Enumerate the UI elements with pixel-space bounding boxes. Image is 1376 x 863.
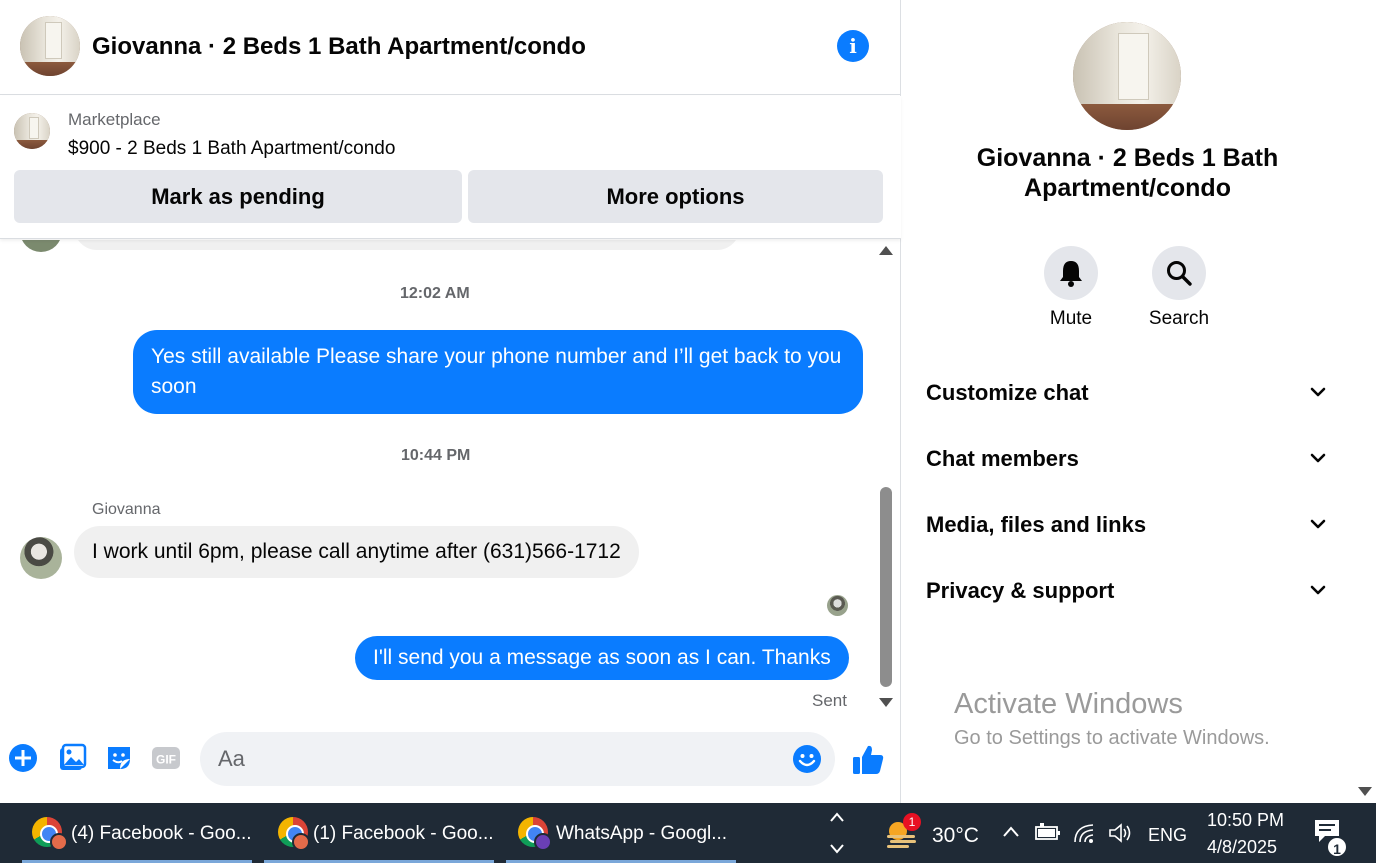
info-icon[interactable]: i — [837, 30, 869, 62]
conversation-avatar[interactable] — [20, 16, 80, 76]
section-privacy-support[interactable]: Privacy & support — [926, 570, 1336, 610]
search-label: Search — [1148, 308, 1210, 329]
message-timestamp: 10:44 PM — [401, 447, 471, 464]
section-label: Chat members — [926, 446, 1079, 471]
taskbar-item-label: (4) Facebook - Goo... — [71, 823, 252, 844]
more-options-button[interactable]: More options — [468, 170, 883, 223]
listing-title[interactable]: $900 - 2 Beds 1 Bath Apartment/condo — [68, 138, 395, 160]
details-title: Giovanna · 2 Beds 1 Bath Apartment/condo — [976, 144, 1279, 202]
search-icon — [1167, 261, 1192, 286]
photo-icon[interactable] — [57, 743, 87, 773]
message-list[interactable]: 12:02 AM Yes still available Please shar… — [0, 240, 875, 715]
sticker-icon[interactable] — [104, 743, 134, 773]
sender-avatar[interactable] — [20, 537, 62, 579]
chevron-down-icon — [1310, 585, 1326, 595]
input-language[interactable]: ENG — [1148, 825, 1187, 846]
conversation-details-pane: Giovanna · 2 Beds 1 Bath Apartment/condo… — [902, 0, 1353, 803]
page-scrollbar[interactable] — [1353, 0, 1376, 803]
chevron-down-icon — [1310, 519, 1326, 529]
notification-count-badge: 1 — [1326, 836, 1348, 858]
outgoing-message-bubble[interactable]: I'll send you a message as soon as I can… — [355, 636, 849, 680]
activate-windows-watermark: Activate Windows Go to Settings to activ… — [954, 688, 1270, 750]
scroll-down-arrow-icon[interactable] — [1358, 787, 1372, 796]
section-label: Privacy & support — [926, 578, 1115, 603]
profile-badge-icon — [50, 833, 68, 851]
taskbar-item-label: WhatsApp - Googl... — [556, 823, 728, 844]
sender-name: Giovanna — [92, 501, 161, 518]
section-customize-chat[interactable]: Customize chat — [926, 372, 1336, 412]
emoji-icon[interactable] — [792, 744, 822, 774]
taskbar-scroll-arrows-icon[interactable] — [829, 809, 845, 857]
scroll-down-arrow-icon[interactable] — [879, 698, 893, 707]
section-label: Customize chat — [926, 380, 1089, 405]
chat-pane: Giovanna · 2 Beds 1 Bath Apartment/condo… — [0, 0, 901, 803]
message-input-wrapper — [200, 732, 835, 786]
gif-icon[interactable]: GIF — [151, 743, 181, 773]
marketplace-banner: Marketplace $900 - 2 Beds 1 Bath Apartme… — [0, 96, 901, 239]
chat-scrollbar[interactable] — [876, 240, 896, 715]
section-chat-members[interactable]: Chat members — [926, 438, 1336, 478]
temperature[interactable]: 30°C — [932, 824, 979, 848]
details-avatar[interactable] — [1073, 22, 1181, 130]
mute-label: Mute — [1049, 308, 1093, 329]
scroll-up-arrow-icon[interactable] — [879, 246, 893, 255]
bell-icon — [1060, 261, 1082, 287]
message-status: Sent — [812, 691, 847, 710]
volume-icon[interactable] — [1108, 822, 1134, 844]
weather-alert-badge: 1 — [903, 813, 921, 831]
message-composer: GIF — [0, 725, 901, 795]
conversation-title[interactable]: Giovanna · 2 Beds 1 Bath Apartment/condo — [92, 33, 586, 61]
marketplace-label: Marketplace — [68, 110, 161, 129]
taskbar-item-facebook-1[interactable]: (4) Facebook - Goo... — [22, 803, 252, 863]
chevron-down-icon — [1310, 453, 1326, 463]
watermark-title: Activate Windows — [954, 688, 1183, 720]
outgoing-message-bubble[interactable]: Yes still available Please share your ph… — [133, 330, 863, 414]
mark-as-pending-button[interactable]: Mark as pending — [14, 170, 462, 223]
wifi-icon[interactable] — [1073, 822, 1097, 844]
battery-icon[interactable] — [1035, 823, 1061, 841]
previous-message-bubble[interactable] — [74, 240, 740, 250]
chevron-up-icon[interactable] — [1002, 825, 1020, 839]
profile-badge-icon — [534, 833, 552, 851]
chat-header: Giovanna · 2 Beds 1 Bath Apartment/condo… — [0, 0, 901, 95]
windows-taskbar: (4) Facebook - Goo... (1) Facebook - Goo… — [0, 803, 1376, 863]
scroll-thumb[interactable] — [880, 487, 892, 687]
search-button[interactable] — [1152, 246, 1206, 300]
taskbar-item-facebook-2[interactable]: (1) Facebook - Goo... — [264, 803, 494, 863]
messenger-window: Giovanna · 2 Beds 1 Bath Apartment/condo… — [0, 0, 1376, 803]
read-receipt-avatar — [827, 595, 848, 616]
plus-icon[interactable] — [8, 743, 38, 773]
watermark-subtitle: Go to Settings to activate Windows. — [954, 727, 1270, 749]
avatar — [20, 240, 62, 252]
chevron-down-icon — [1310, 387, 1326, 397]
section-media-files-links[interactable]: Media, files and links — [926, 504, 1336, 544]
taskbar-item-whatsapp[interactable]: WhatsApp - Googl... — [506, 803, 736, 863]
incoming-message-bubble[interactable]: I work until 6pm, please call anytime af… — [74, 526, 639, 578]
message-input[interactable] — [218, 744, 778, 774]
message-timestamp: 12:02 AM — [400, 285, 470, 302]
listing-thumbnail[interactable] — [14, 113, 50, 149]
profile-badge-icon — [292, 833, 310, 851]
clock-time[interactable]: 10:50 PM — [1207, 810, 1284, 831]
clock-date[interactable]: 4/8/2025 — [1207, 837, 1277, 858]
section-label: Media, files and links — [926, 512, 1147, 537]
taskbar-item-label: (1) Facebook - Goo... — [313, 823, 494, 844]
thumbs-up-icon[interactable] — [850, 742, 886, 778]
gif-label: GIF — [156, 753, 176, 767]
mute-button[interactable] — [1044, 246, 1098, 300]
